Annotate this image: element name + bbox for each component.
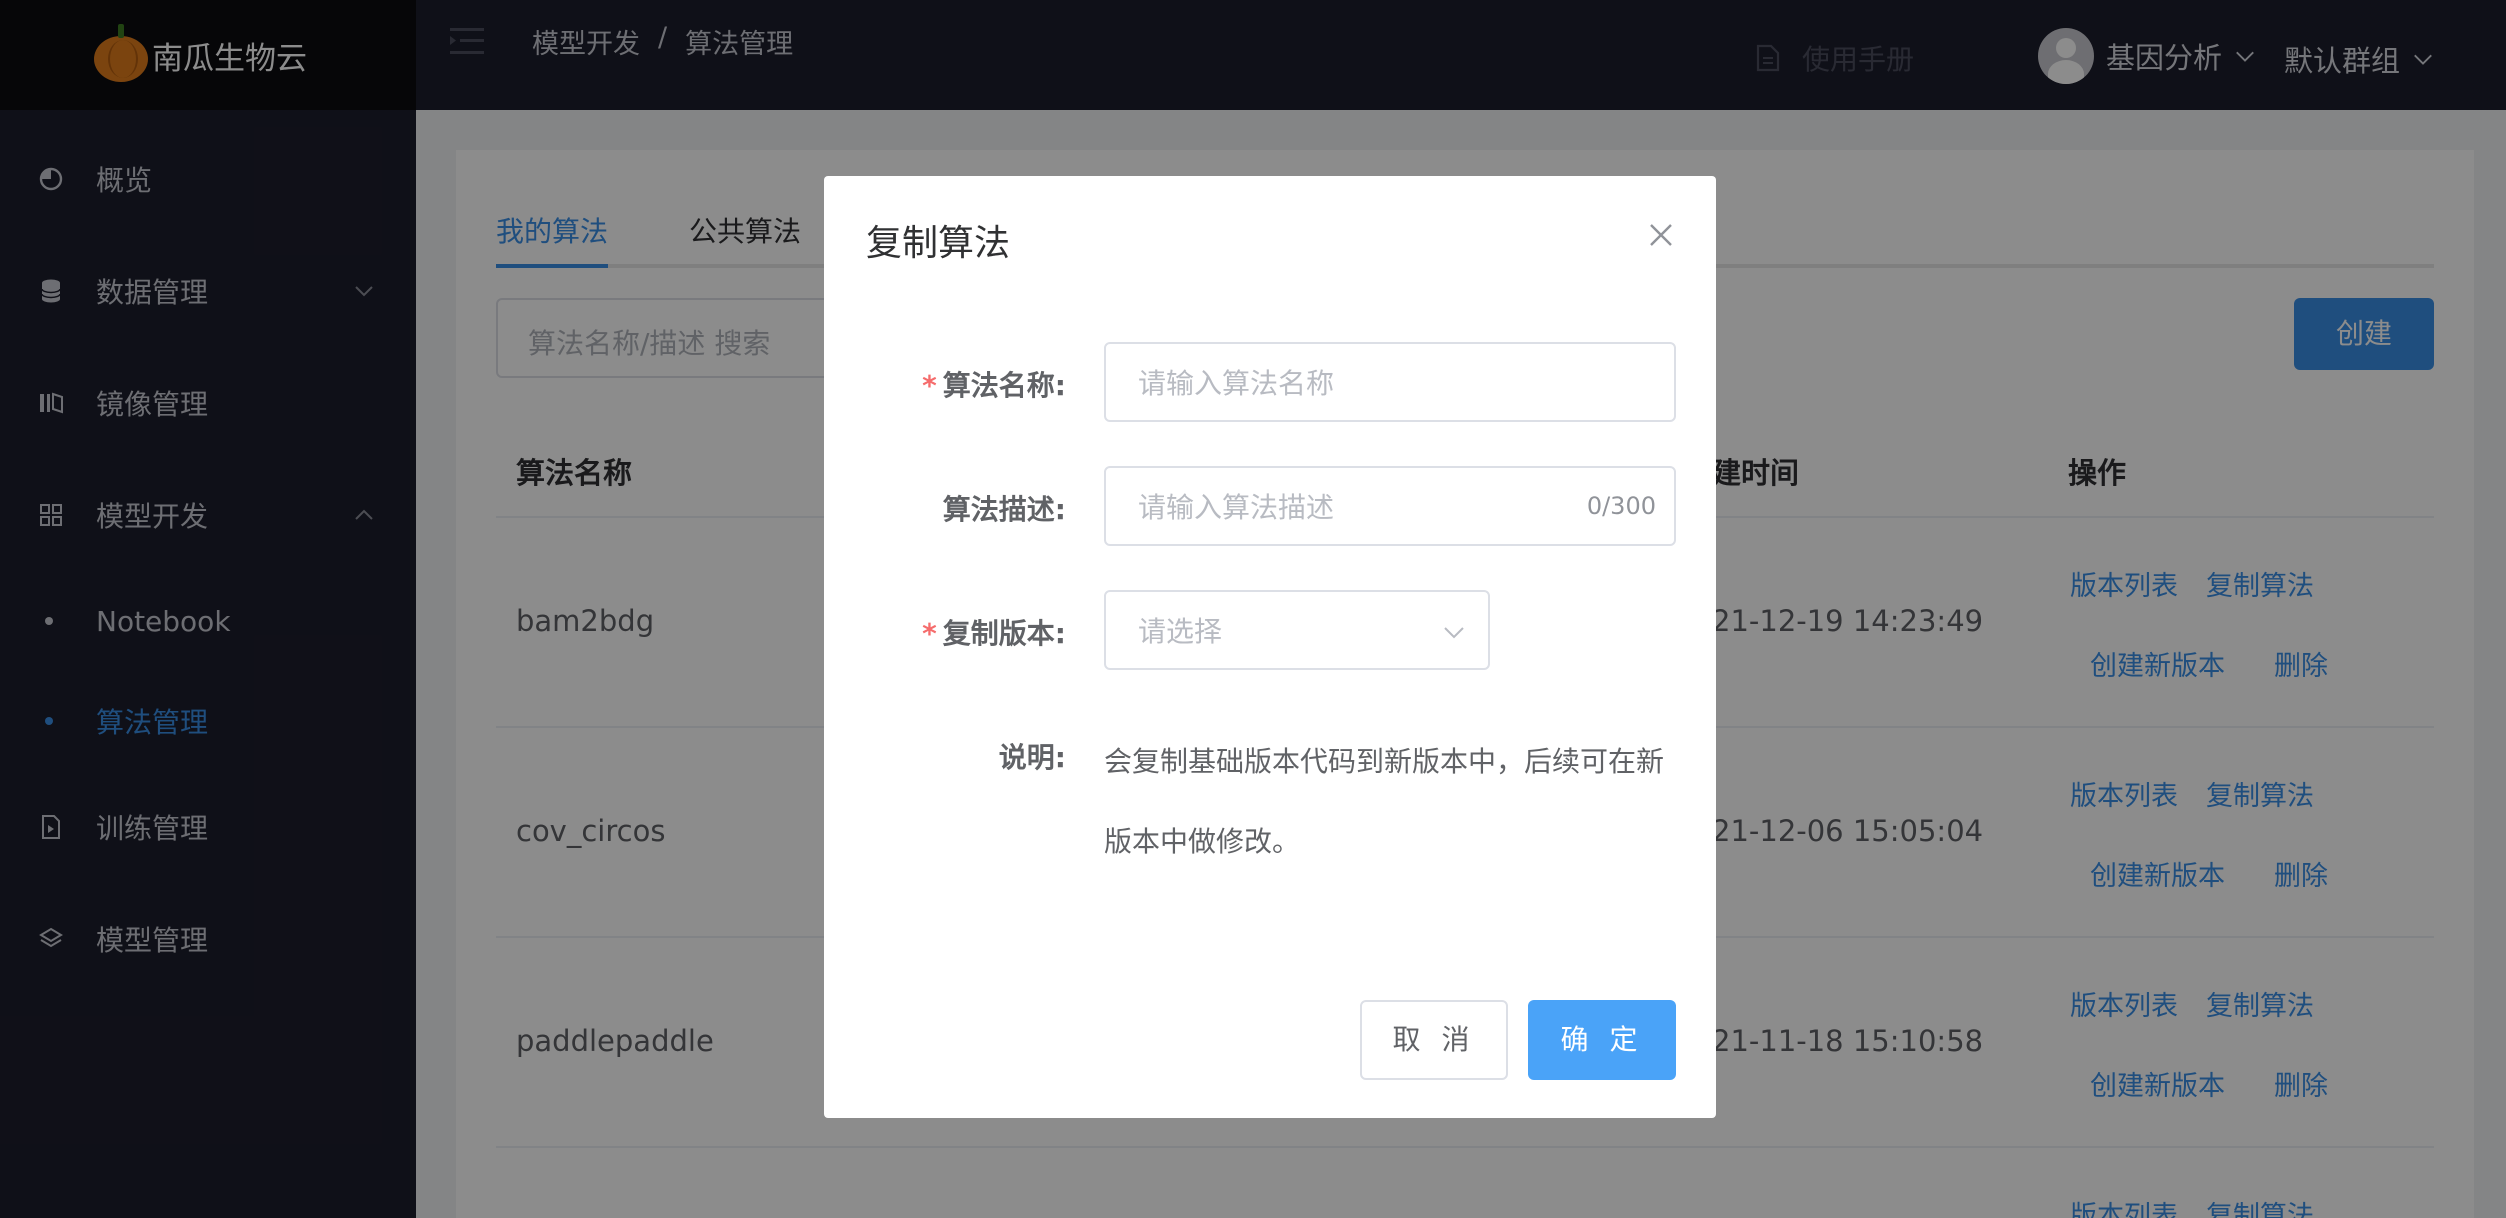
algorithm-name-label: * 算法名称: [922, 369, 1066, 402]
required-mark: * [922, 369, 937, 402]
note-label: 说明: [998, 741, 1066, 774]
copy-algorithm-dialog: 复制算法 * 算法名称: 请输入算法名称 算法描述: 请输入算法描述 0/300 … [824, 176, 1716, 1118]
chevron-down-icon [1444, 627, 1464, 639]
algorithm-desc-input[interactable]: 请输入算法描述 0/300 [1104, 466, 1676, 546]
algorithm-desc-placeholder: 请输入算法描述 [1138, 491, 1335, 524]
required-mark: * [922, 617, 937, 650]
dialog-title: 复制算法 [866, 223, 1011, 264]
copy-version-placeholder: 请选择 [1138, 615, 1223, 648]
copy-version-label: * 复制版本: [922, 617, 1066, 650]
copy-version-select[interactable]: 请选择 [1104, 590, 1490, 670]
algorithm-desc-label: 算法描述: [942, 493, 1066, 526]
algorithm-name-input[interactable]: 请输入算法名称 [1104, 342, 1676, 422]
char-counter: 0/300 [1586, 492, 1656, 520]
note-text: 会复制基础版本代码到新版本中，后续可在新版本中做修改。 [1104, 745, 1665, 858]
cancel-button[interactable]: 取 消 [1360, 1000, 1508, 1080]
confirm-button[interactable]: 确 定 [1528, 1000, 1676, 1080]
close-icon[interactable] [1648, 222, 1674, 248]
algorithm-name-placeholder: 请输入算法名称 [1138, 367, 1335, 400]
